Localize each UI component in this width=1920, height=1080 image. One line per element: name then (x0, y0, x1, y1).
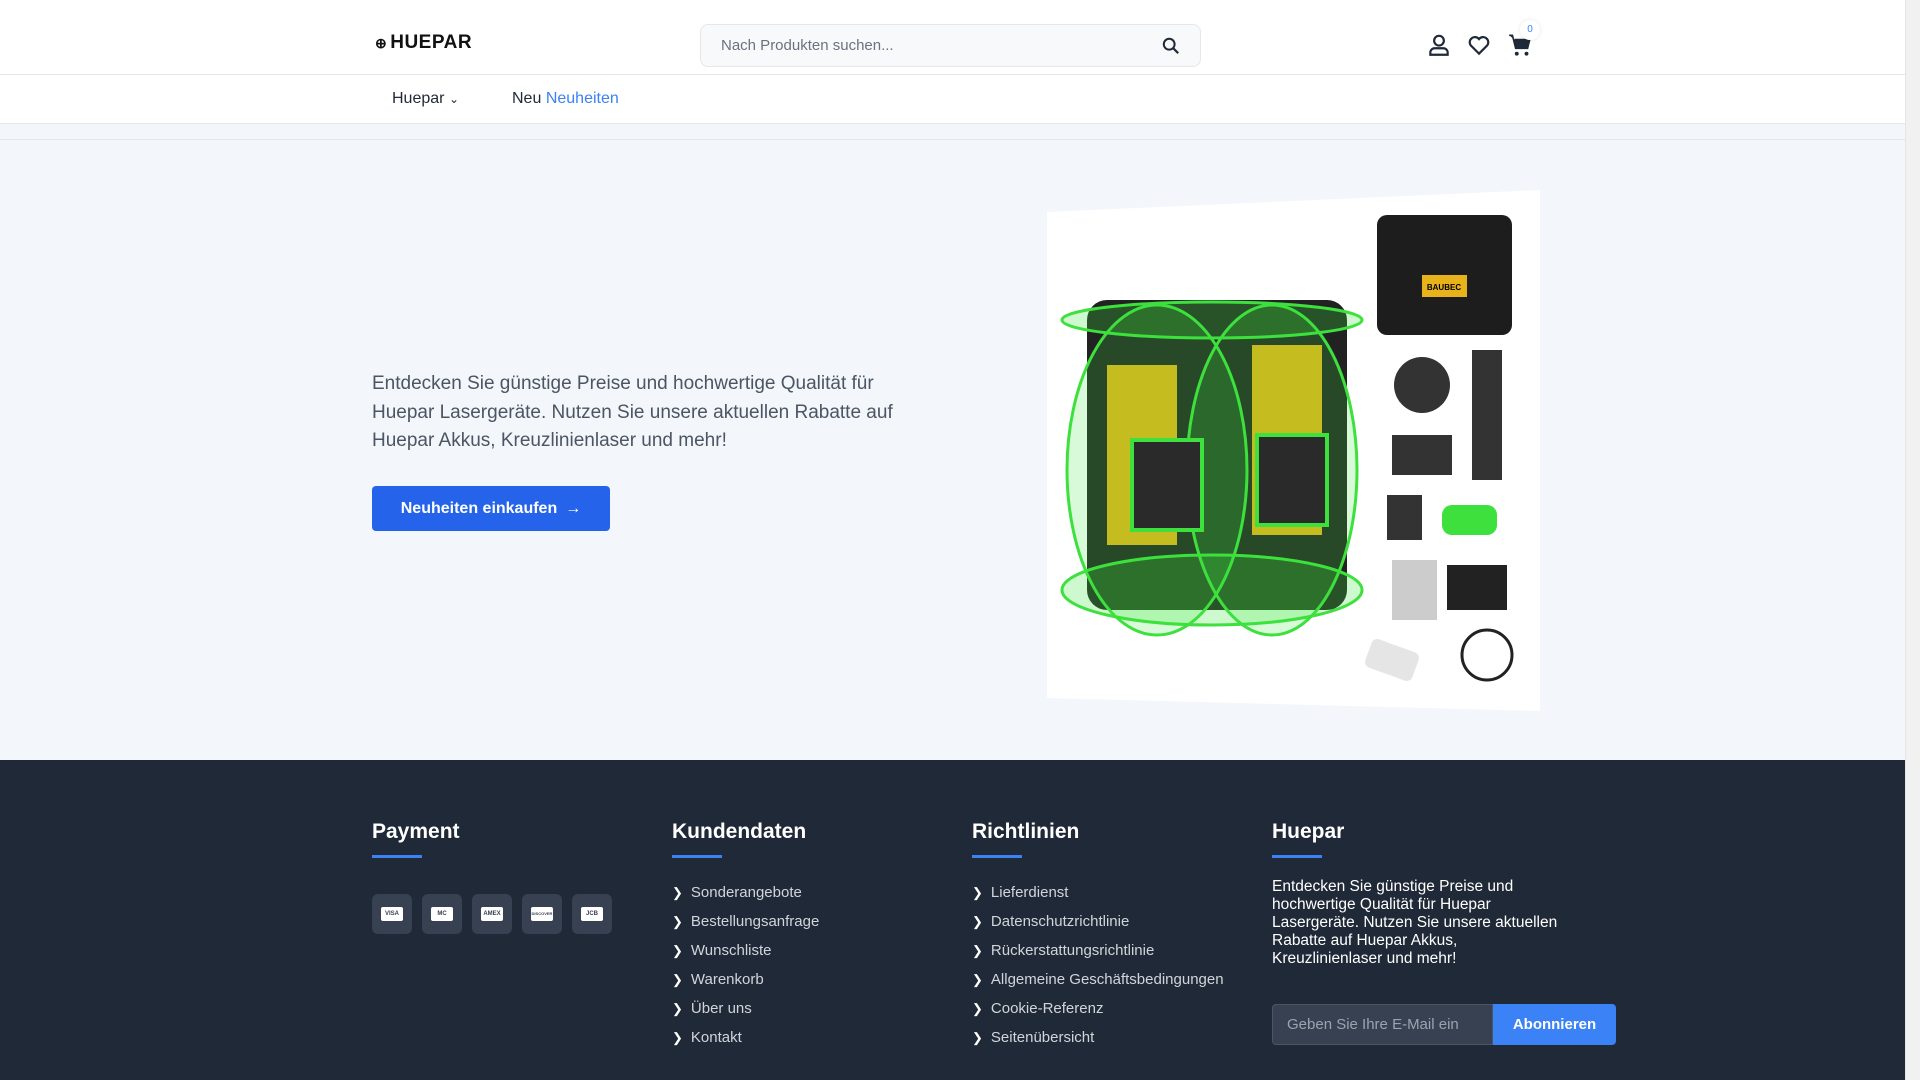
mastercard-icon: MC (422, 894, 462, 934)
amex-icon: AMEX (472, 894, 512, 934)
jcb-icon: JCB (572, 894, 612, 934)
footer-link[interactable]: ❯ Sonderangebote (672, 878, 819, 907)
chevron-right-icon: ❯ (672, 913, 683, 929)
shop-new-button[interactable]: Neuheiten einkaufen → (372, 486, 610, 531)
chevron-right-icon: ❯ (972, 884, 983, 900)
kundendaten-links: ❯ Sonderangebote ❯ Bestellungsanfrage ❯ Wun… (672, 878, 819, 1052)
richtlinien-links: ❯ Lieferdienst ❯ Datenschutzrichtlinie ❯ Rü… (972, 878, 1224, 1052)
arrow-right-icon: → (565, 499, 582, 517)
footer-about-text: Entdecken Sie günstige Preise und hochwe… (1272, 878, 1558, 967)
nav-huepar-dropdown[interactable]: Huepar ⌄ (392, 90, 459, 108)
footer (0, 760, 1905, 1080)
footer-heading-kundendaten: Kundendaten (672, 820, 807, 843)
divider-strip (0, 124, 1905, 140)
footer-link[interactable]: ❯ Wunschliste (672, 936, 819, 965)
heading-underline (672, 855, 722, 858)
chevron-right-icon: ❯ (972, 971, 983, 987)
footer-link[interactable]: ❯ Bestellungsanfrage (672, 907, 819, 936)
main-nav (0, 75, 1905, 124)
footer-link[interactable]: ❯ Seitenübersicht (972, 1023, 1224, 1052)
footer-heading-richtlinien: Richtlinien (972, 820, 1080, 843)
footer-link[interactable]: ❯ Kontakt (672, 1023, 819, 1052)
footer-heading-payment: Payment (372, 820, 460, 843)
hero-section (0, 140, 1905, 760)
chevron-right-icon: ❯ (672, 884, 683, 900)
footer-link[interactable]: ❯ Über uns (672, 994, 819, 1023)
neuheiten-link[interactable]: Neuheiten (546, 90, 619, 107)
account-icon[interactable] (1426, 32, 1452, 58)
subscribe-button[interactable]: Abonnieren (1493, 1004, 1616, 1045)
footer-heading-huepar: Huepar (1272, 820, 1345, 843)
logo[interactable]: ⊕ HUEPAR (375, 32, 472, 54)
footer-link[interactable]: ❯ Lieferdienst (972, 878, 1224, 907)
footer-link[interactable]: ❯ Allgemeine Geschäftsbedingungen (972, 965, 1224, 994)
heading-underline (972, 855, 1022, 858)
footer-link[interactable]: ❯ Rückerstattungsrichtlinie (972, 936, 1224, 965)
search-input[interactable]: Nach Produkten suchen... (700, 24, 1201, 67)
footer-link[interactable]: ❯ Datenschutzrichtlinie (972, 907, 1224, 936)
chevron-right-icon: ❯ (672, 1000, 683, 1016)
visa-icon: VISA (372, 894, 412, 934)
heading-underline (1272, 855, 1322, 858)
hero-product-image: BAUBEC (1047, 190, 1540, 711)
wishlist-heart-icon[interactable] (1466, 32, 1492, 58)
chevron-right-icon: ❯ (672, 971, 683, 987)
discover-icon: DISCOVER (522, 894, 562, 934)
heading-underline (372, 855, 422, 858)
case-brand-label: BAUBEC (1427, 283, 1461, 292)
chevron-right-icon: ❯ (972, 1000, 983, 1016)
nav-neuheiten[interactable]: Neu Neuheiten (512, 90, 619, 108)
chevron-right-icon: ❯ (972, 913, 983, 929)
chevron-right-icon: ❯ (672, 942, 683, 958)
chevron-down-icon: ⌄ (448, 92, 459, 106)
chevron-right-icon: ❯ (972, 1029, 983, 1045)
hero-text: Entdecken Sie günstige Preise und hochwe… (372, 373, 893, 451)
footer-link[interactable]: ❯ Warenkorb (672, 965, 819, 994)
search-placeholder: Nach Produkten suchen... (721, 37, 894, 54)
chevron-right-icon: ❯ (972, 942, 983, 958)
search-icon[interactable] (1162, 37, 1180, 55)
logo-mark-icon: ⊕ (375, 34, 388, 51)
scrollbar[interactable] (1905, 0, 1920, 1080)
chevron-right-icon: ❯ (672, 1029, 683, 1045)
cart-count-badge: 0 (1520, 20, 1540, 40)
footer-link[interactable]: ❯ Cookie-Referenz (972, 994, 1224, 1023)
newsletter-email-input[interactable]: Geben Sie Ihre E-Mail ein (1272, 1004, 1493, 1045)
